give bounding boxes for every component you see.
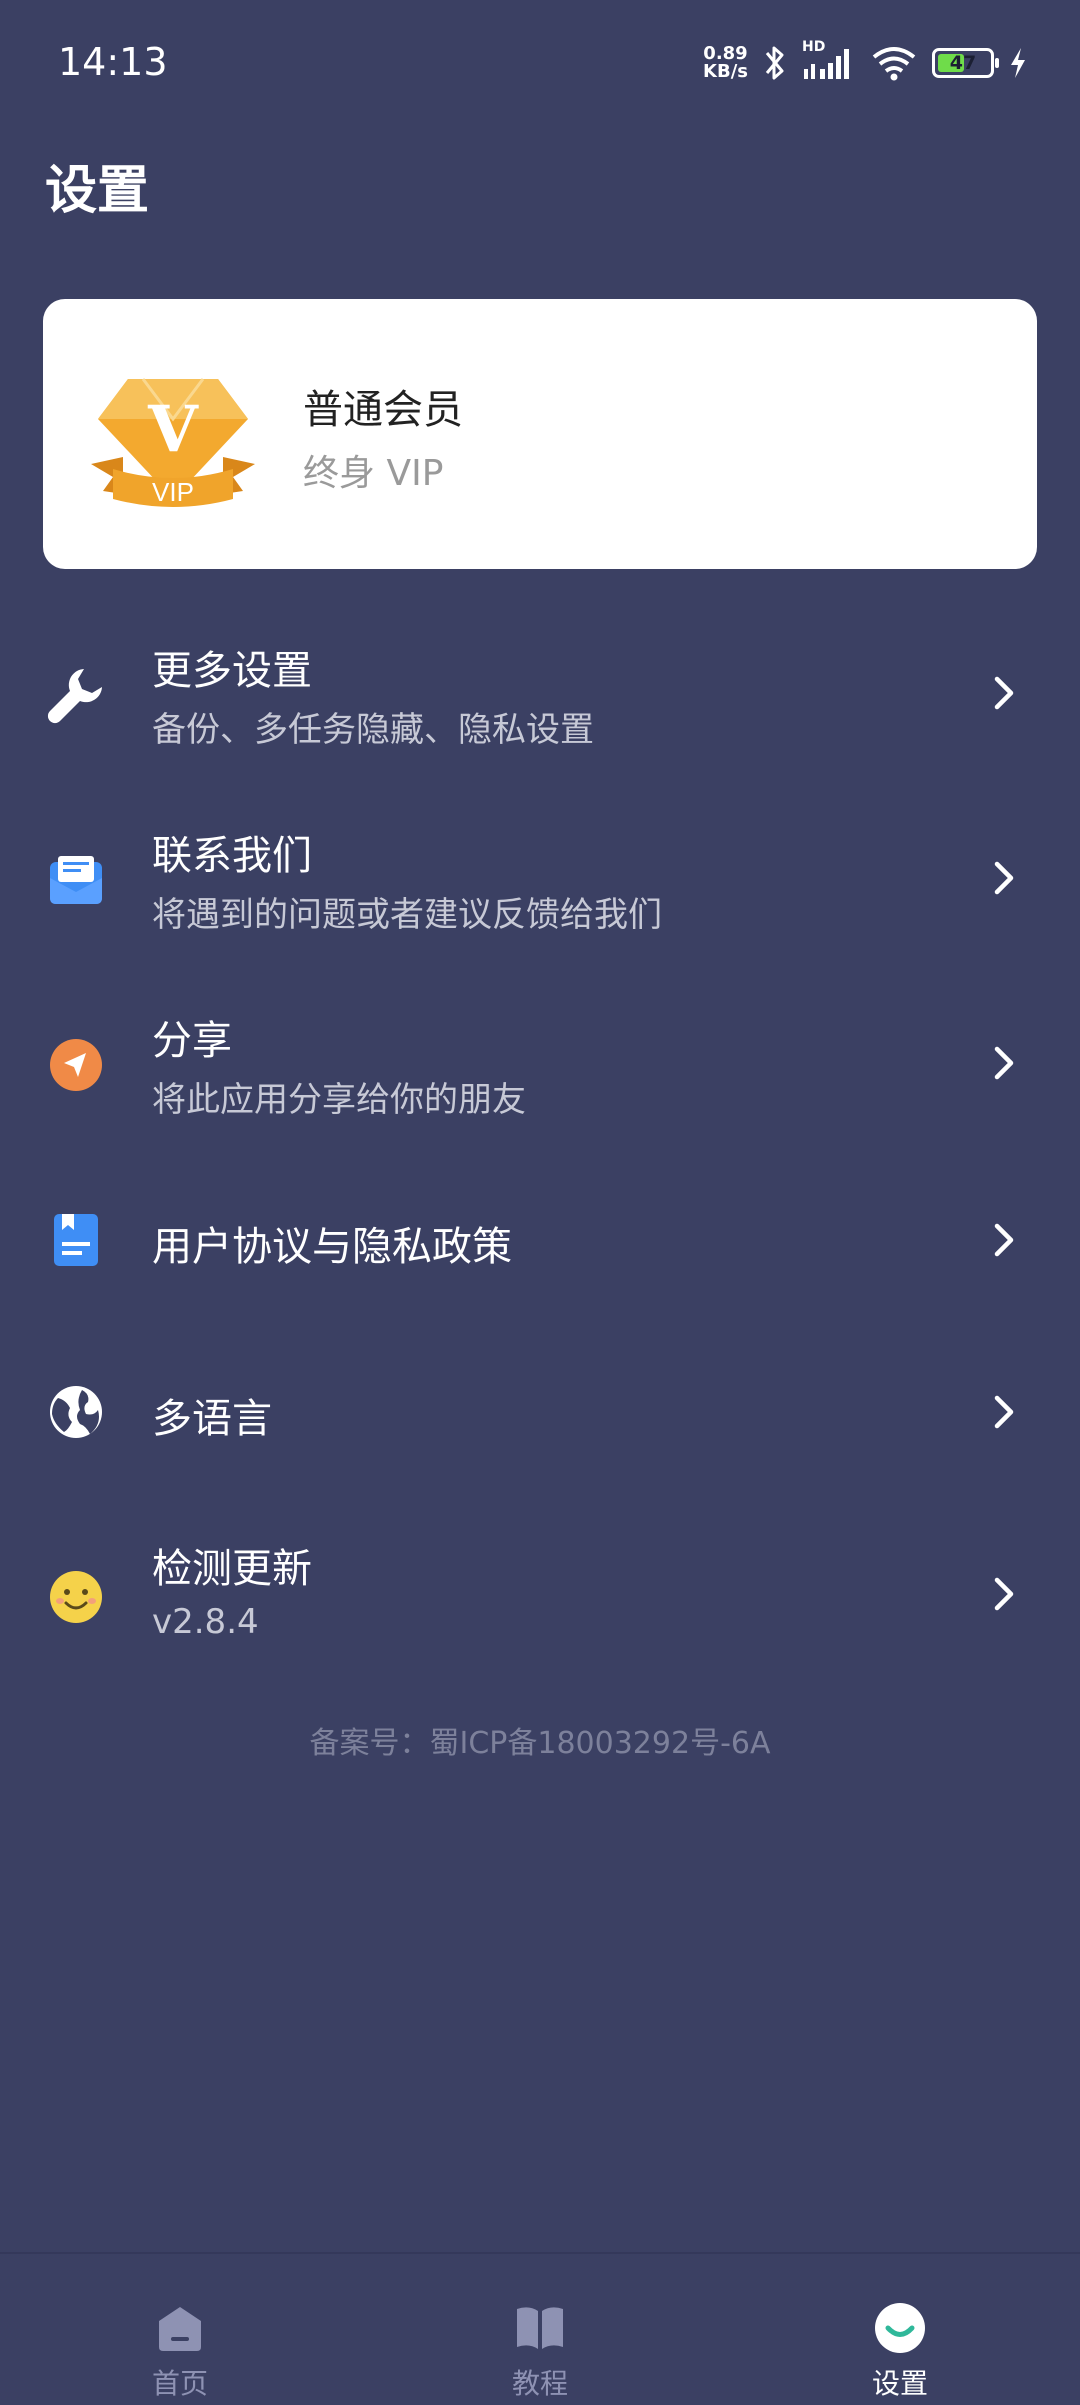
- menu-subtitle: 将此应用分享给你的朋友: [152, 1080, 526, 1120]
- menu-subtitle: 将遇到的问题或者建议反馈给我们: [152, 895, 662, 935]
- menu-item-more-settings[interactable]: 更多设置 备份、多任务隐藏、隐私设置: [0, 630, 1080, 760]
- bluetooth-icon: [765, 46, 784, 80]
- battery-level: 47: [949, 52, 977, 74]
- settings-smile-icon: [875, 2303, 925, 2353]
- document-icon: [54, 1214, 98, 1266]
- home-icon: [159, 2307, 201, 2351]
- chevron-right-icon: [994, 676, 1014, 710]
- vip-title: 普通会员: [303, 387, 463, 433]
- vip-diamond-icon: V VIP: [91, 378, 255, 507]
- vip-membership-card[interactable]: V VIP 普通会员 终身 VIP: [43, 299, 1037, 569]
- share-icon: [50, 1039, 102, 1091]
- menu-item-check-update[interactable]: 检测更新 v2.8.4: [0, 1530, 1080, 1660]
- menu-title: 联系我们: [152, 833, 312, 879]
- menu-subtitle: 备份、多任务隐藏、隐私设置: [152, 710, 594, 750]
- bottom-tab-bar: 首页 教程 设置: [0, 2252, 1080, 2405]
- tab-settings[interactable]: 设置: [800, 2254, 1000, 2405]
- menu-title: 多语言: [152, 1396, 272, 1442]
- tab-label: 教程: [511, 2367, 568, 2400]
- wrench-icon: [47, 669, 102, 724]
- chevron-right-icon: [994, 1395, 1014, 1429]
- chevron-right-icon: [994, 1046, 1014, 1080]
- menu-title: 分享: [152, 1018, 232, 1064]
- tab-label: 设置: [871, 2367, 928, 2400]
- cellular-signal-icon: HD: [802, 39, 856, 83]
- status-bar: 14:13 0.89 KB/s HD 47: [0, 0, 1080, 120]
- menu-item-user-agreement[interactable]: 用户协议与隐私政策: [0, 1190, 1080, 1290]
- page-title: 设置: [45, 161, 150, 221]
- charging-icon: [1011, 48, 1025, 78]
- globe-icon: [50, 1386, 102, 1438]
- vip-badge-text: VIP: [152, 477, 194, 507]
- chevron-right-icon: [994, 1223, 1014, 1257]
- menu-item-contact-us[interactable]: 联系我们 将遇到的问题或者建议反馈给我们: [0, 815, 1080, 945]
- menu-title: 用户协议与隐私政策: [152, 1224, 512, 1270]
- network-speed: 0.89 KB/s: [703, 45, 748, 81]
- menu-item-share[interactable]: 分享 将此应用分享给你的朋友: [0, 1000, 1080, 1130]
- tab-home[interactable]: 首页: [80, 2254, 280, 2405]
- network-speed-unit: KB/s: [703, 61, 748, 82]
- wifi-icon: [872, 47, 916, 81]
- chevron-right-icon: [994, 861, 1014, 895]
- status-time: 14:13: [58, 40, 168, 84]
- tab-tutorial[interactable]: 教程: [440, 2254, 640, 2405]
- app-version: v2.8.4: [152, 1602, 259, 1642]
- chevron-right-icon: [994, 1577, 1014, 1611]
- menu-title: 更多设置: [152, 648, 312, 694]
- status-icons: 0.89 KB/s HD 47: [703, 38, 1028, 88]
- menu-item-language[interactable]: 多语言: [0, 1362, 1080, 1462]
- smiley-icon: [50, 1571, 102, 1623]
- vip-badge-letter: V: [147, 392, 199, 467]
- book-icon: [517, 2307, 563, 2349]
- icp-record: 备案号：蜀ICP备18003292号-6A: [309, 1726, 771, 1761]
- vip-subtitle: 终身 VIP: [303, 453, 444, 494]
- battery-icon: 47: [932, 48, 999, 78]
- menu-title: 检测更新: [152, 1546, 312, 1592]
- tab-label: 首页: [151, 2367, 208, 2400]
- mail-icon: [50, 856, 102, 904]
